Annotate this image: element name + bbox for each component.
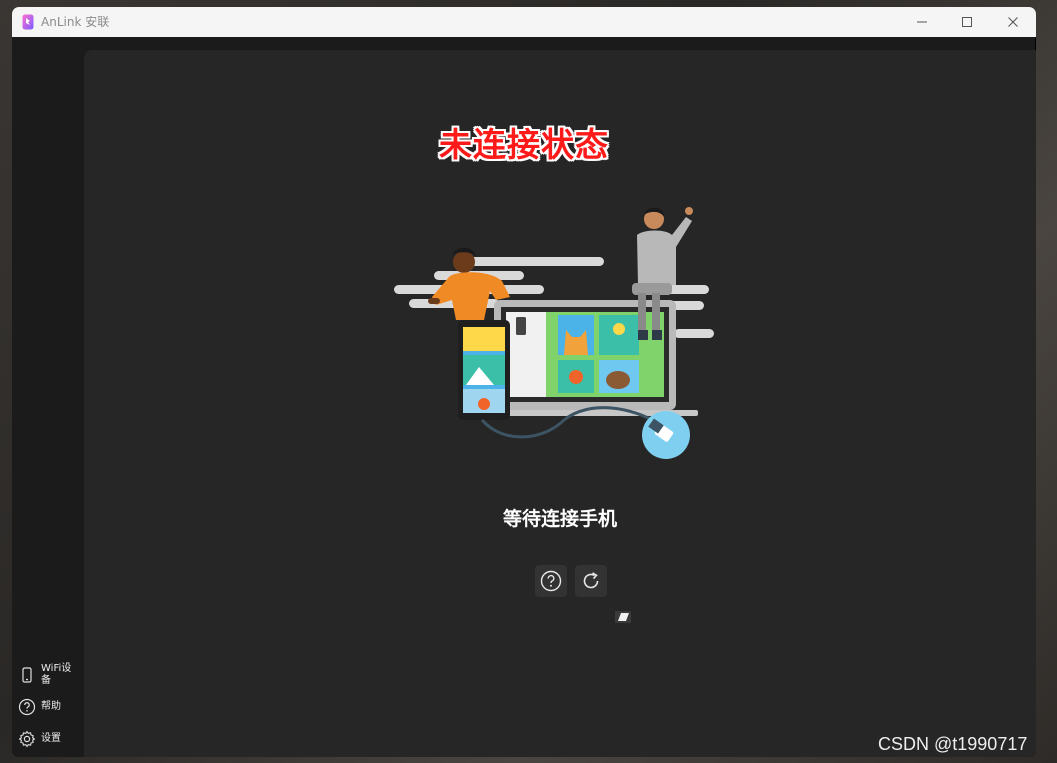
close-button[interactable] (990, 7, 1036, 37)
maximize-button[interactable] (944, 7, 990, 37)
gear-icon (18, 730, 36, 748)
sidebar-item-label: 设置 (41, 733, 61, 744)
help-circle-icon (540, 570, 562, 592)
phone-icon (22, 667, 32, 683)
waiting-connect-text: 等待连接手机 (502, 508, 617, 530)
sidebar-item-label: 帮助 (41, 701, 61, 712)
sidebar-item-help[interactable]: 帮助 (18, 698, 84, 716)
anlink-logo-icon (22, 14, 34, 30)
minimize-button[interactable] (899, 7, 945, 37)
csdn-watermark: CSDN @t1990717 (878, 734, 1028, 754)
main-panel: 未连接状态 等待连接手机 (84, 50, 1036, 757)
sidebar-item-label: WiFi设备 (41, 663, 72, 686)
status-title: 未连接状态 (439, 125, 609, 164)
loading-indicator-icon (615, 611, 631, 623)
sidebar-item-settings[interactable]: 设置 (18, 730, 84, 748)
refresh-button[interactable] (575, 565, 607, 597)
sidebar: WiFi设备 帮助 设置 (12, 37, 84, 757)
close-icon (1008, 17, 1018, 27)
help-button[interactable] (535, 565, 567, 597)
app-window: AnLink 安联 WiFi设备 帮助 设置 未连接状态 等待连接手机 (12, 7, 1036, 757)
maximize-icon (962, 17, 972, 27)
help-circle-icon (18, 698, 36, 716)
connect-phone-illustration (394, 207, 714, 459)
sidebar-item-wifi-devices[interactable]: WiFi设备 (18, 663, 84, 687)
refresh-icon (583, 572, 599, 589)
window-title: AnLink 安联 (41, 15, 110, 29)
minimize-icon (917, 21, 927, 23)
title-bar[interactable]: AnLink 安联 (12, 7, 1036, 37)
